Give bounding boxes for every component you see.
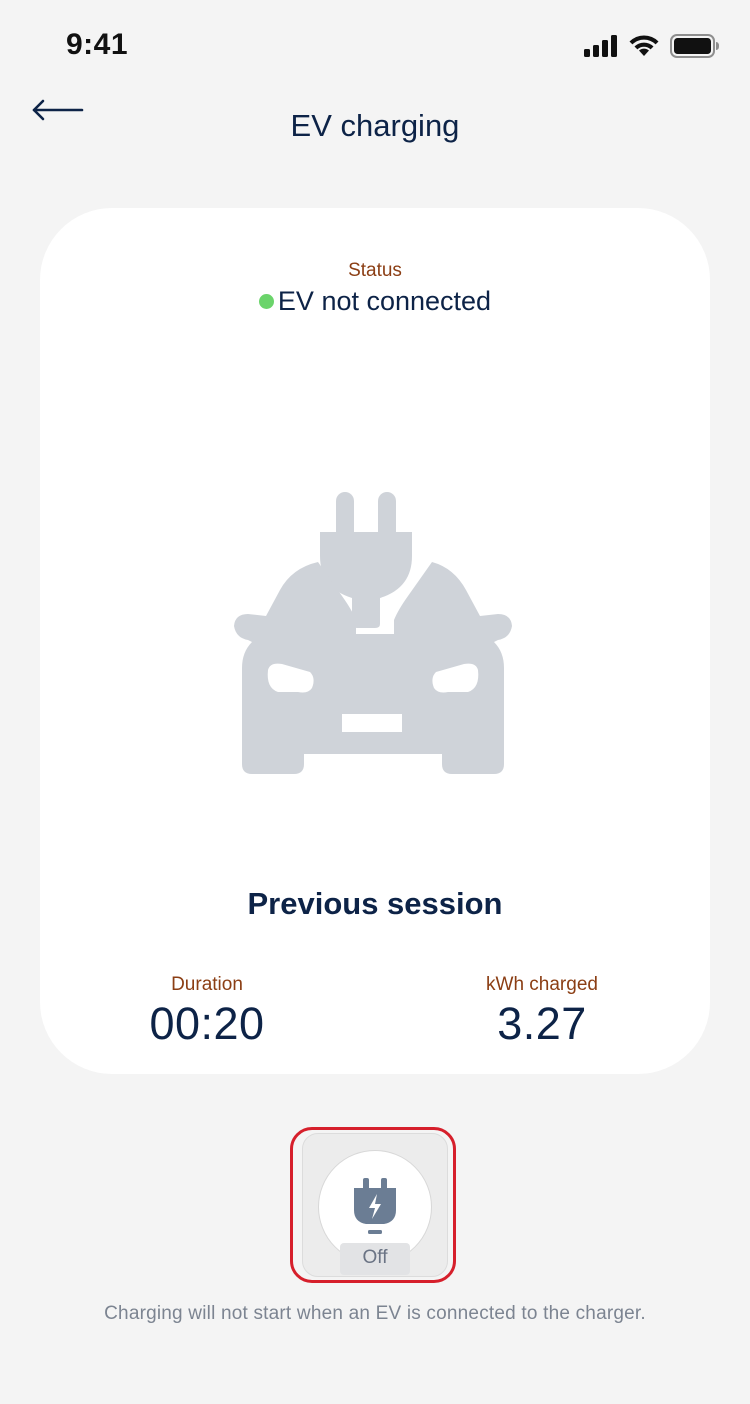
page-title: EV charging bbox=[290, 108, 460, 143]
cellular-signal-icon bbox=[584, 35, 617, 57]
kwh-charged-value: 3.27 bbox=[497, 998, 587, 1049]
duration-value: 00:20 bbox=[149, 998, 265, 1049]
previous-session-title: Previous session bbox=[247, 886, 503, 921]
duration-label: Duration bbox=[171, 974, 243, 995]
battery-icon bbox=[670, 34, 719, 58]
charge-toggle-state: Off bbox=[340, 1243, 410, 1275]
car-with-plug-icon bbox=[234, 492, 512, 774]
wifi-icon bbox=[629, 35, 659, 56]
status-row: EV not connected bbox=[40, 286, 710, 317]
status-indicator-dot bbox=[258, 294, 274, 309]
kwh-charged-label: kWh charged bbox=[486, 974, 598, 995]
system-icons bbox=[584, 34, 720, 58]
status-bar: 9:41 bbox=[0, 0, 750, 90]
duration-stat: Duration 00:20 bbox=[87, 974, 327, 1050]
kwh-charged-stat: kWh charged 3.27 bbox=[422, 974, 662, 1050]
status-time: 9:41 bbox=[66, 28, 129, 61]
status-label: Status bbox=[348, 260, 402, 281]
charging-hint: Charging will not start when an EV is co… bbox=[104, 1303, 646, 1324]
status-value: EV not connected bbox=[277, 286, 492, 316]
plug-bolt-icon bbox=[354, 1178, 396, 1234]
status-card: Status EV not connected Previous session… bbox=[40, 208, 710, 1074]
